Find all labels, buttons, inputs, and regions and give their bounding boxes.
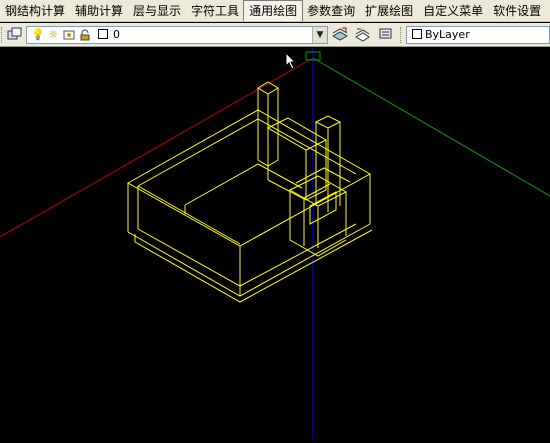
drawing-canvas[interactable]	[0, 48, 550, 439]
x-axis-line	[0, 57, 314, 238]
lightbulb-icon[interactable]: 💡	[31, 29, 45, 41]
menu-item-aux-calc[interactable]: 辅助计算	[70, 1, 128, 21]
y-axis-line	[312, 57, 550, 197]
sun-freeze-icon[interactable]: ☼	[47, 29, 59, 41]
color-swatch	[411, 29, 423, 41]
menu-item-steel-calc[interactable]: 钢结构计算	[0, 1, 70, 21]
current-layer-name: 0	[113, 28, 120, 41]
layer-dropdown[interactable]: 💡 ☼ 0 ▼	[26, 26, 328, 44]
color-control-dropdown[interactable]: ByLayer	[406, 26, 550, 44]
layer-color-swatch	[97, 29, 109, 41]
wireframe-model	[126, 81, 373, 303]
model-space-view[interactable]	[0, 48, 550, 439]
mouse-cursor-icon	[285, 52, 297, 70]
menu-item-text-tools[interactable]: 字符工具	[186, 1, 244, 21]
chevron-down-icon[interactable]: ▼	[312, 27, 327, 43]
menu-item-layer-display[interactable]: 层与显示	[128, 1, 186, 21]
layer-previous-icon[interactable]	[352, 26, 372, 44]
lock-icon[interactable]	[79, 29, 91, 41]
toolbar-grip[interactable]	[400, 27, 404, 43]
make-object-layer-current-icon[interactable]	[330, 26, 350, 44]
menu-item-ext-draw[interactable]: 扩展绘图	[360, 1, 418, 21]
layer-manager-icon[interactable]	[5, 26, 25, 44]
menu-bar: 钢结构计算 辅助计算 层与显示 字符工具 通用绘图 参数查询 扩展绘图 自定义菜…	[0, 0, 550, 22]
menu-item-param-query[interactable]: 参数查询	[302, 1, 360, 21]
layer-properties-toolbar: 💡 ☼ 0 ▼ ByLayer	[0, 23, 550, 47]
menu-item-settings[interactable]: 软件设置	[488, 1, 546, 21]
color-value: ByLayer	[425, 28, 470, 41]
menu-item-custom-menu[interactable]: 自定义菜单	[418, 1, 488, 21]
menu-item-general-draw[interactable]: 通用绘图	[243, 0, 304, 21]
viewport-freeze-icon[interactable]	[63, 29, 75, 41]
layer-states-icon[interactable]	[376, 26, 396, 44]
